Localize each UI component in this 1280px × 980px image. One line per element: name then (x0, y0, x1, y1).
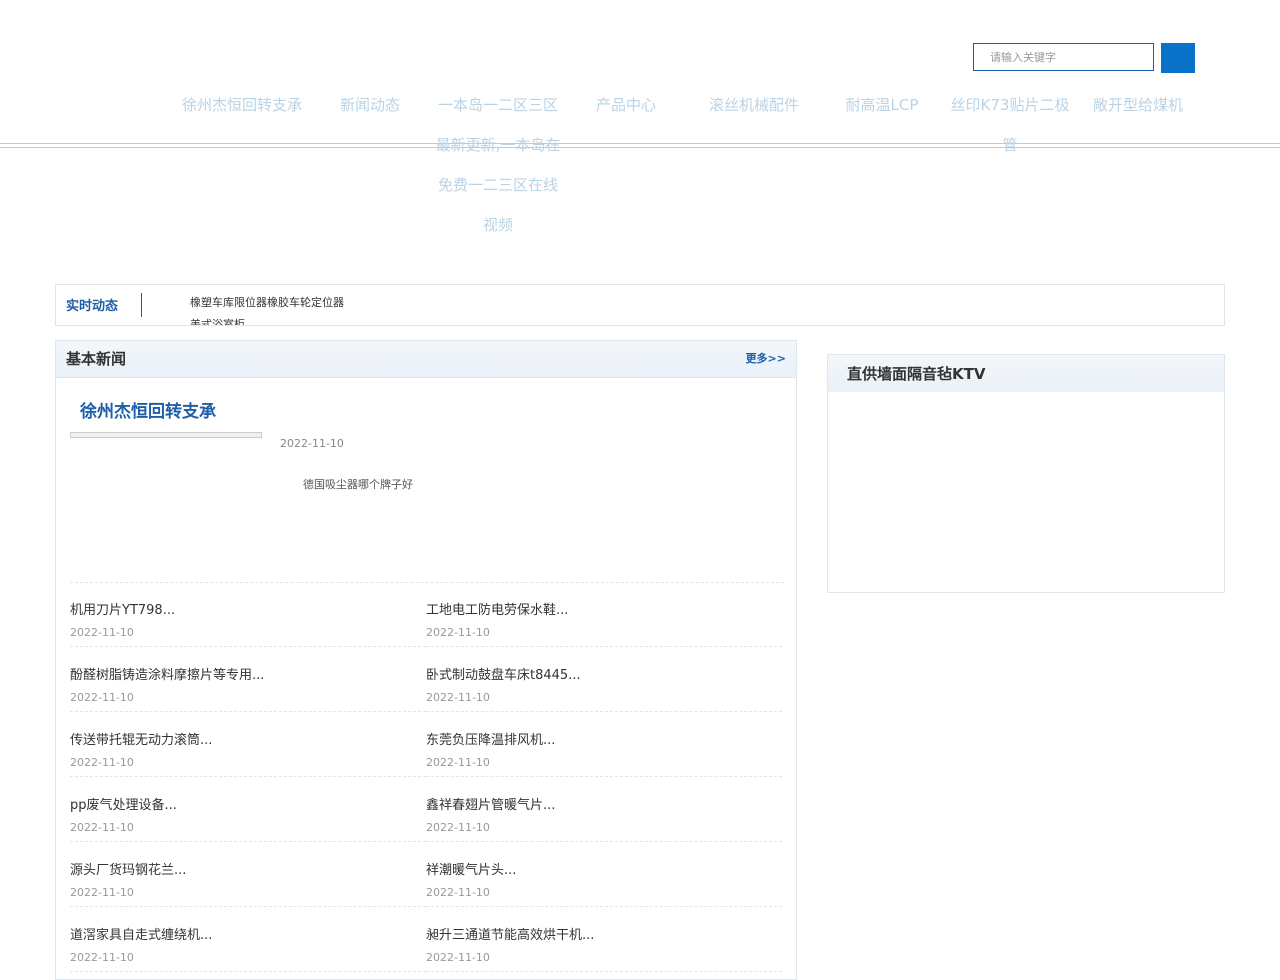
news-item-date: 2022-11-10 (426, 626, 490, 639)
nav-divider-bottom (0, 147, 1280, 148)
news-item-title[interactable]: 道滘家具自走式缠绕机... (70, 924, 212, 943)
news-item[interactable]: 鑫祥春翅片管暖气片... 2022-11-10 (426, 778, 782, 842)
news-item-date: 2022-11-10 (426, 951, 490, 964)
nav-item-video[interactable]: 一本岛一二区三区最新更新,一本岛在免费一二三区在线视频 (434, 85, 562, 245)
search-button[interactable] (1161, 43, 1195, 73)
news-panel-title: 基本新闻 (66, 350, 127, 368)
news-item-title[interactable]: pp废气处理设备... (70, 794, 177, 813)
search-input[interactable] (973, 43, 1154, 71)
news-item-date: 2022-11-10 (426, 821, 490, 834)
news-item[interactable]: 道滘家具自走式缠绕机... 2022-11-10 (70, 908, 426, 972)
news-panel-header: 基本新闻 更多>> (56, 341, 796, 378)
news-item-title[interactable]: 工地电工防电劳保水鞋... (426, 599, 568, 618)
news-item[interactable]: pp废气处理设备... 2022-11-10 (70, 778, 426, 842)
side-panel-header: 直供墙面隔音毡KTV (828, 355, 1224, 392)
news-item[interactable]: 祥潮暖气片头... 2022-11-10 (426, 843, 782, 907)
nav-item-home[interactable]: 徐州杰恒回转支承 (178, 85, 306, 125)
news-item-title[interactable]: 传送带托辊无动力滚筒... (70, 729, 212, 748)
news-item-title[interactable]: 昶升三通道节能高效烘干机... (426, 924, 594, 943)
news-item[interactable]: 酚醛树脂铸造涂料摩擦片等专用... 2022-11-10 (70, 648, 426, 712)
side-panel-title[interactable]: 直供墙面隔音毡KTV (847, 363, 985, 384)
news-item-title[interactable]: 卧式制动鼓盘车床t8445... (426, 664, 581, 683)
nav-item-feeder[interactable]: 敞开型给煤机 (1074, 85, 1202, 125)
nav-divider-top (0, 143, 1280, 144)
side-panel: 直供墙面隔音毡KTV (827, 354, 1225, 593)
ticker-title: 实时动态 (66, 299, 119, 314)
feature-date: 2022-11-10 (280, 437, 344, 450)
ticker-divider (141, 293, 142, 317)
more-link[interactable]: 更多>> (746, 350, 786, 366)
nav-item-diode[interactable]: 丝印K73贴片二极管 (946, 85, 1074, 165)
news-item[interactable]: 工地电工防电劳保水鞋... 2022-11-10 (426, 583, 782, 647)
ticker-item[interactable]: 橡塑车库限位器橡胶车轮定位器 (190, 295, 344, 317)
nav-item-lcp[interactable]: 耐高温LCP (818, 85, 946, 125)
ticker-list: 橡塑车库限位器橡胶车轮定位器 美式浴室柜 (190, 295, 344, 325)
feature-summary: 德国吸尘器哪个牌子好 (303, 478, 413, 491)
news-item-date: 2022-11-10 (70, 626, 134, 639)
feature-image[interactable] (70, 432, 262, 438)
news-item-date: 2022-11-10 (70, 821, 134, 834)
ticker-item[interactable]: 美式浴室柜 (190, 317, 344, 325)
news-item[interactable]: 昶升三通道节能高效烘干机... 2022-11-10 (426, 908, 782, 972)
news-item-date: 2022-11-10 (426, 886, 490, 899)
news-item-title[interactable]: 酚醛树脂铸造涂料摩擦片等专用... (70, 664, 264, 683)
news-item-title[interactable]: 机用刀片YT798... (70, 599, 175, 618)
news-item[interactable]: 卧式制动鼓盘车床t8445... 2022-11-10 (426, 648, 782, 712)
news-item-date: 2022-11-10 (70, 886, 134, 899)
news-item-date: 2022-11-10 (70, 756, 134, 769)
news-item-title[interactable]: 鑫祥春翅片管暖气片... (426, 794, 555, 813)
news-item-date: 2022-11-10 (70, 951, 134, 964)
news-item-date: 2022-11-10 (426, 756, 490, 769)
nav-item-parts[interactable]: 滚丝机械配件 (690, 85, 818, 125)
news-item-title[interactable]: 源头厂货玛钢花兰... (70, 859, 186, 878)
news-panel: 基本新闻 更多>> 徐州杰恒回转支承 2022-11-10 德国吸尘器哪个牌子好… (55, 340, 797, 980)
nav-item-news[interactable]: 新闻动态 (306, 85, 434, 125)
news-item-title[interactable]: 东莞负压降温排风机... (426, 729, 555, 748)
nav-item-products[interactable]: 产品中心 (562, 85, 690, 125)
news-item[interactable]: 源头厂货玛钢花兰... 2022-11-10 (70, 843, 426, 907)
news-item[interactable]: 传送带托辊无动力滚筒... 2022-11-10 (70, 713, 426, 777)
news-item[interactable]: 东莞负压降温排风机... 2022-11-10 (426, 713, 782, 777)
news-item[interactable]: 机用刀片YT798... 2022-11-10 (70, 583, 426, 647)
feature-title[interactable]: 徐州杰恒回转支承 (80, 397, 216, 422)
news-item-date: 2022-11-10 (70, 691, 134, 704)
news-item-title[interactable]: 祥潮暖气片头... (426, 859, 516, 878)
live-news-ticker: 实时动态 橡塑车库限位器橡胶车轮定位器 美式浴室柜 (55, 284, 1225, 326)
news-item-date: 2022-11-10 (426, 691, 490, 704)
